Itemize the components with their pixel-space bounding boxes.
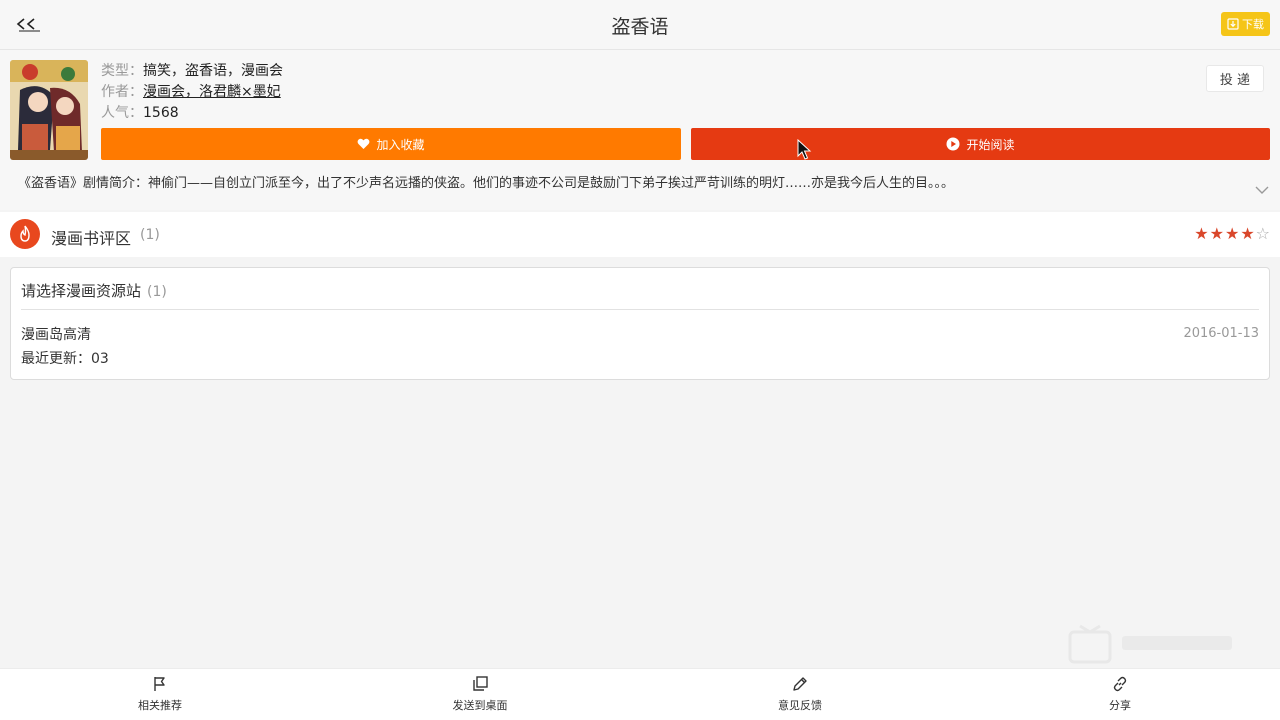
nav-related-label: 相关推荐	[138, 699, 182, 712]
heart-icon	[358, 138, 370, 149]
source-count: (1)	[147, 284, 167, 300]
comic-meta: 类型：搞笑，盗香语，漫画会 作者：漫画会，洛君麟×墨妃 人气：1568	[101, 61, 283, 124]
star-filled-icon: ★	[1209, 224, 1224, 243]
bottom-bar: 相关推荐 发送到桌面 意见反馈 分享	[0, 668, 1280, 720]
download-label: 下载	[1242, 18, 1264, 31]
top-bar: 盗香语 下载	[0, 0, 1280, 50]
copy-icon	[473, 676, 488, 691]
popularity-row: 人气：1568	[101, 103, 283, 124]
mouse-cursor-icon	[797, 139, 812, 160]
author-row: 作者：漫画会，洛君麟×墨妃	[101, 82, 283, 103]
comic-info: 类型：搞笑，盗香语，漫画会 作者：漫画会，洛君麟×墨妃 人气：1568 投 递 …	[0, 50, 1280, 210]
flag-icon	[154, 677, 165, 691]
nav-send-desktop-label: 发送到桌面	[452, 699, 508, 712]
play-icon	[946, 137, 960, 151]
nav-related[interactable]: 相关推荐	[100, 675, 220, 713]
start-reading-label: 开始阅读	[966, 137, 1015, 152]
link-icon	[1113, 676, 1127, 692]
fire-icon	[10, 219, 40, 249]
divider	[21, 309, 1259, 310]
type-value: 搞笑，盗香语，漫画会	[143, 63, 283, 79]
download-button[interactable]: 下载	[1221, 12, 1270, 36]
source-date: 2016-01-13	[1183, 326, 1259, 341]
nav-share[interactable]: 分享	[1060, 675, 1180, 713]
download-icon	[1227, 18, 1239, 30]
review-title: 漫画书评区	[51, 229, 132, 248]
source-name[interactable]: 漫画岛高清	[21, 324, 91, 344]
cover-image	[10, 60, 88, 160]
watermark-logo	[1068, 624, 1232, 664]
author-label: 作者：	[101, 84, 143, 100]
start-reading-button[interactable]: 开始阅读	[691, 128, 1270, 160]
submit-button[interactable]: 投 递	[1206, 65, 1264, 92]
page-title: 盗香语	[611, 16, 669, 38]
nav-send-desktop[interactable]: 发送到桌面	[420, 675, 540, 713]
source-heading: 请选择漫画资源站 (1)	[21, 280, 167, 301]
star-filled-icon: ★	[1194, 224, 1209, 243]
review-section[interactable]: 漫画书评区 (1) ★ ★ ★ ★ ☆	[0, 212, 1280, 257]
comic-cover[interactable]	[10, 60, 88, 160]
nav-feedback[interactable]: 意见反馈	[740, 675, 860, 713]
author-link[interactable]: 漫画会，洛君麟×墨妃	[143, 84, 281, 100]
rating-stars: ★ ★ ★ ★ ☆	[1194, 226, 1270, 242]
star-filled-icon: ★	[1224, 224, 1240, 243]
nav-feedback-label: 意见反馈	[778, 699, 822, 712]
star-filled-icon: ★	[1240, 224, 1255, 243]
add-favorite-label: 加入收藏	[376, 137, 425, 152]
review-count: (1)	[140, 227, 160, 243]
source-latest-update[interactable]: 最近更新：03	[21, 348, 109, 368]
pencil-icon	[793, 677, 807, 691]
popularity-label: 人气：	[101, 105, 143, 121]
add-favorite-button[interactable]: 加入收藏	[101, 128, 681, 160]
star-empty-icon: ☆	[1255, 224, 1270, 243]
source-card: 请选择漫画资源站 (1) 漫画岛高清 2016-01-13 最近更新：03	[10, 267, 1270, 380]
chevron-down-icon[interactable]	[1254, 184, 1270, 196]
synopsis-text: 《盗香语》剧情简介：神偷门——自创立门派至今，出了不少声名远播的侠盗。他们的事迹…	[18, 176, 955, 191]
nav-share-label: 分享	[1109, 699, 1131, 712]
source-heading-label: 请选择漫画资源站	[21, 282, 142, 300]
popularity-value: 1568	[143, 105, 179, 121]
type-row: 类型：搞笑，盗香语，漫画会	[101, 61, 283, 82]
type-label: 类型：	[101, 63, 143, 79]
